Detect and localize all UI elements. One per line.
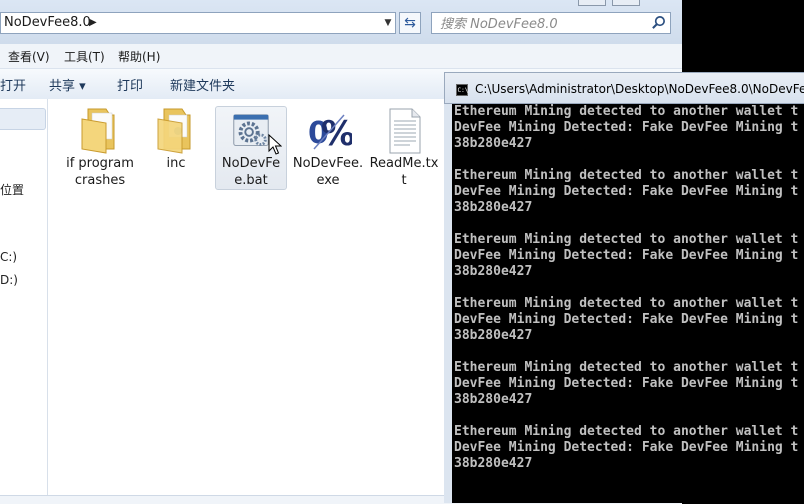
file-item-if-program-crashes[interactable]: if program crashes xyxy=(64,105,136,189)
menu-help[interactable]: 帮助(H) xyxy=(118,48,160,65)
address-dropdown-icon[interactable]: ▼ xyxy=(381,13,395,33)
console-output[interactable]: Ethereum Mining detected to another wall… xyxy=(444,104,804,503)
exe-icon: 0 % xyxy=(308,114,352,154)
print-button[interactable]: 打印 xyxy=(117,75,143,94)
file-item-readme-txt[interactable]: ReadMe.txt xyxy=(368,105,440,189)
console-line: 38b280e427 xyxy=(454,136,533,151)
nav-item-drive-d[interactable]: D:) xyxy=(0,273,18,287)
file-name: NoDevFee.exe xyxy=(292,156,364,188)
console-line: Ethereum Mining detected to another wall… xyxy=(454,232,799,247)
menu-tools[interactable]: 工具(T) xyxy=(64,48,105,65)
console-line: 38b280e427 xyxy=(454,456,533,471)
file-name: if program crashes xyxy=(66,156,134,188)
search-box[interactable] xyxy=(431,12,671,36)
console-line: Ethereum Mining detected to another wall… xyxy=(454,360,799,375)
breadcrumb-arrow-icon[interactable]: ▶ xyxy=(89,13,97,33)
console-line: DevFee Mining Detected: Fake DevFee Mini… xyxy=(454,312,799,327)
refresh-icon: ⇆ xyxy=(404,15,416,31)
file-item-inc[interactable]: inc xyxy=(140,105,212,172)
console-line: Ethereum Mining detected to another wall… xyxy=(454,104,799,119)
file-name: inc xyxy=(166,156,186,171)
console-line: DevFee Mining Detected: Fake DevFee Mini… xyxy=(454,184,799,199)
console-line: Ethereum Mining detected to another wall… xyxy=(454,424,799,439)
search-icon[interactable] xyxy=(651,15,666,30)
console-line: DevFee Mining Detected: Fake DevFee Mini… xyxy=(454,376,799,391)
console-line: Ethereum Mining detected to another wall… xyxy=(454,296,799,311)
refresh-button[interactable]: ⇆ xyxy=(399,12,421,34)
console-title-bar[interactable]: C:\ C:\Users\Administrator\Desktop\NoDev… xyxy=(444,72,804,104)
nav-selected-item[interactable] xyxy=(0,108,46,130)
console-line: 38b280e427 xyxy=(454,328,533,343)
navigation-pane: 位置 C:) D:) xyxy=(0,99,48,495)
file-name: ReadMe.txt xyxy=(369,156,439,188)
console-line: Ethereum Mining detected to another wall… xyxy=(454,168,799,183)
folder-icon xyxy=(157,108,191,154)
svg-text:C:\: C:\ xyxy=(458,87,469,94)
address-row: NoDevFee8.0 ▶ ▼ ⇆ xyxy=(0,0,682,44)
console-line: 38b280e427 xyxy=(454,264,533,279)
menu-bar: 查看(V) 工具(T) 帮助(H) xyxy=(0,44,682,68)
console-title: C:\Users\Administrator\Desktop\NoDevFee8… xyxy=(475,82,804,96)
console-line: DevFee Mining Detected: Fake DevFee Mini… xyxy=(454,248,799,263)
folder-icon xyxy=(81,108,115,154)
search-input[interactable] xyxy=(432,13,647,36)
console-line: DevFee Mining Detected: Fake DevFee Mini… xyxy=(454,440,799,455)
nav-item-drive-c[interactable]: C:) xyxy=(0,250,17,264)
minimize-button[interactable] xyxy=(578,0,606,6)
text-file-icon xyxy=(389,108,421,154)
console-line: DevFee Mining Detected: Fake DevFee Mini… xyxy=(454,120,799,135)
file-item-nodevfee-exe[interactable]: 0 % NoDevFee.exe xyxy=(292,105,364,189)
console-line: 38b280e427 xyxy=(454,200,533,215)
console-window[interactable]: C:\ C:\Users\Administrator\Desktop\NoDev… xyxy=(444,72,804,503)
menu-view[interactable]: 查看(V) xyxy=(8,48,50,65)
address-crumb[interactable]: NoDevFee8.0 xyxy=(4,15,91,30)
svg-text:%: % xyxy=(321,114,352,154)
address-bar[interactable]: NoDevFee8.0 ▶ ▼ xyxy=(0,12,396,34)
maximize-button[interactable] xyxy=(612,0,640,6)
cmd-icon: C:\ xyxy=(456,84,468,96)
file-name: NoDevFee.bat xyxy=(221,156,281,188)
mouse-cursor-icon xyxy=(268,134,282,155)
new-folder-button[interactable]: 新建文件夹 xyxy=(170,75,235,94)
open-button[interactable]: 打开 xyxy=(0,75,26,94)
nav-item-locations[interactable]: 位置 xyxy=(0,181,24,198)
console-line: 38b280e427 xyxy=(454,392,533,407)
share-button[interactable]: 共享 ▾ xyxy=(49,75,86,94)
console-lines: Ethereum Mining detected to another wall… xyxy=(454,104,798,472)
